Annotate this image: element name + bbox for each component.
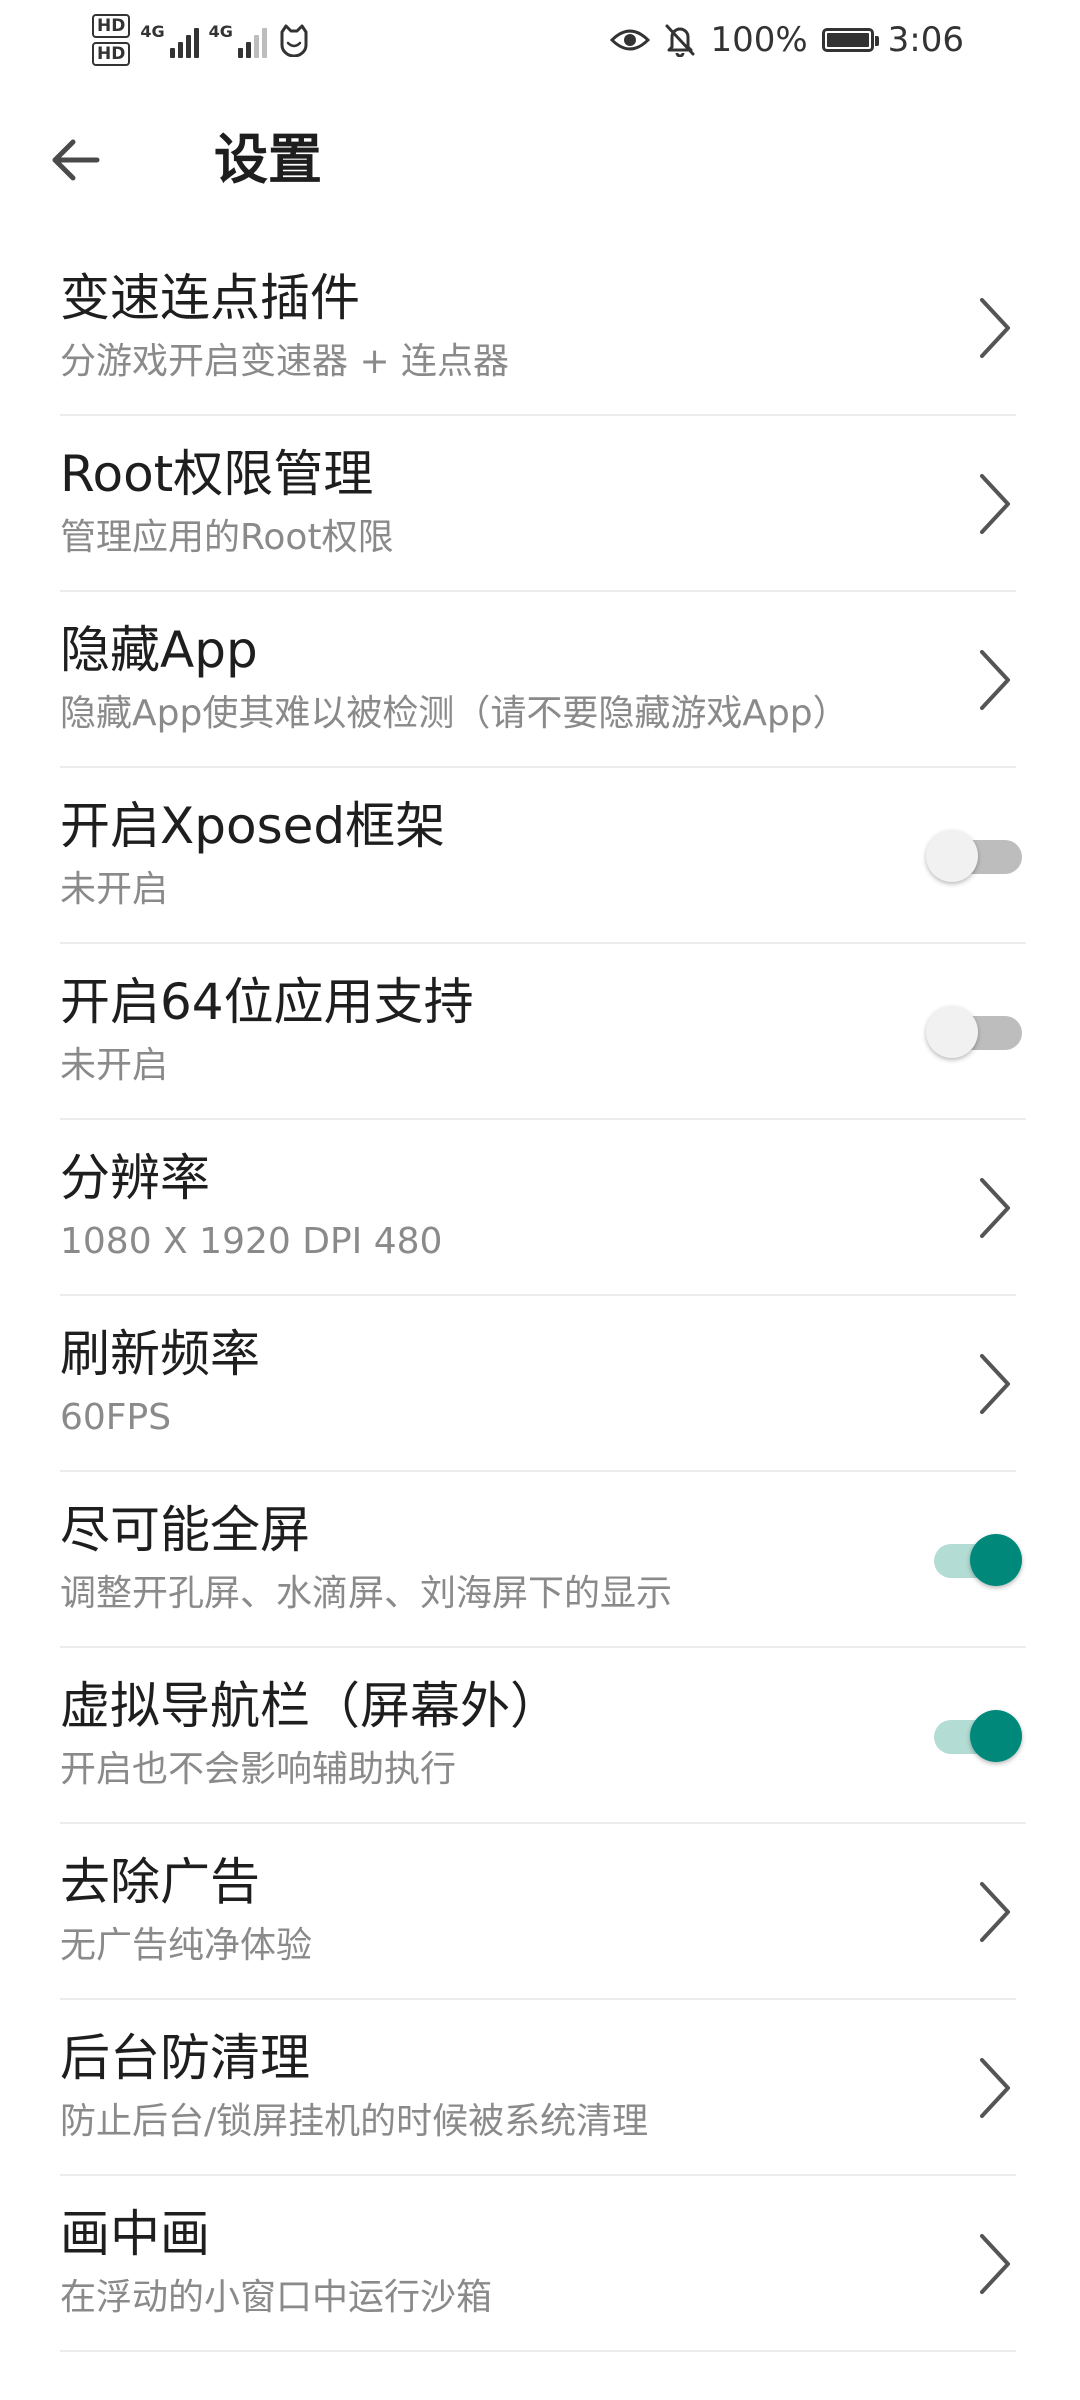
chevron-right-icon [980,1178,1010,1238]
chevron-right-icon [980,650,1010,710]
setting-subtitle: 未开启 [60,1045,169,1086]
chevron-right-icon [980,1354,1010,1414]
cat-face-icon [280,24,308,57]
setting-subtitle: 未开启 [60,869,169,910]
setting-title: 变速连点插件 [60,269,360,327]
setting-row-background-keepalive[interactable]: 后台防清理防止后台/锁屏挂机的时候被系统清理 [0,2000,1080,2176]
toggle-switch[interactable] [926,1534,1022,1586]
eye-icon [610,29,651,51]
toggle-thumb [926,830,978,882]
setting-subtitle: 管理应用的Root权限 [60,517,394,558]
chevron-right-icon [980,474,1010,534]
toggle-thumb [970,1710,1022,1762]
setting-subtitle: 60FPS [60,1397,172,1438]
setting-subtitle: 在浮动的小窗口中运行沙箱 [60,2277,493,2318]
setting-subtitle: 1080 X 1920 DPI 480 [60,1221,443,1262]
hd-badge-1: HD [92,14,131,38]
back-button[interactable] [40,125,110,195]
toggle-switch[interactable] [926,1006,1022,1058]
setting-row-root-permission[interactable]: Root权限管理管理应用的Root权限 [0,416,1080,592]
setting-subtitle: 开启也不会影响辅助执行 [60,1749,457,1790]
toggle-switch[interactable] [926,1710,1022,1762]
setting-subtitle: 无广告纯净体验 [60,1925,313,1966]
network-type-1: 4G [140,22,165,41]
row-divider [60,2350,1016,2352]
setting-title: 后台防清理 [60,2029,310,2087]
setting-title: Root权限管理 [60,445,374,503]
setting-row-xposed-framework[interactable]: 开启Xposed框架未开启 [0,768,1080,944]
network-type-2: 4G [208,22,233,41]
setting-row-refresh-rate[interactable]: 刷新频率 60FPS [0,1296,1080,1472]
hd-indicators: HD HD [92,14,131,66]
toggle-thumb [926,1006,978,1058]
app-bar: 设置 [0,100,1080,220]
status-bar-left: HD HD 4G 4G [92,10,311,70]
battery-percent: 100% [710,20,808,60]
status-bar: HD HD 4G 4G 100% 3:06 [0,0,1080,80]
setting-row-fullscreen[interactable]: 尽可能全屏调整开孔屏、水滴屏、刘海屏下的显示 [0,1472,1080,1648]
chevron-right-icon [980,298,1010,358]
setting-row-resolution[interactable]: 分辨率 1080 X 1920 DPI 480 [0,1120,1080,1296]
setting-row-speed-clicker-plugin[interactable]: 变速连点插件分游戏开启变速器 + 连点器 [0,240,1080,416]
setting-row-app-64bit-support[interactable]: 开启64位应用支持未开启 [0,944,1080,1120]
hd-badge-2: HD [92,42,131,66]
clock: 3:06 [887,20,964,60]
setting-title: 分辨率 [60,1149,210,1207]
setting-title: 画中画 [60,2205,210,2263]
setting-title: 开启64位应用支持 [60,973,474,1031]
setting-subtitle: 分游戏开启变速器 + 连点器 [60,341,510,382]
arrow-left-icon [52,139,100,181]
setting-row-remove-ads[interactable]: 去除广告无广告纯净体验 [0,1824,1080,2000]
page-title: 设置 [214,128,322,191]
setting-subtitle: 隐藏App使其难以被检测（请不要隐藏游戏App） [60,693,849,734]
setting-title: 去除广告 [60,1853,260,1911]
signal-2-icon: 4G [209,22,267,58]
setting-title: 隐藏App [60,621,258,679]
setting-subtitle: 调整开孔屏、水滴屏、刘海屏下的显示 [60,1573,673,1614]
setting-row-virtual-navbar[interactable]: 虚拟导航栏（屏幕外） 开启也不会影响辅助执行 [0,1648,1080,1824]
chevron-right-icon [980,2234,1010,2294]
toggle-thumb [970,1534,1022,1586]
setting-title: 虚拟导航栏（屏幕外） [60,1677,560,1735]
chevron-right-icon [980,1882,1010,1942]
chevron-right-icon [980,2058,1010,2118]
setting-row-hide-app[interactable]: 隐藏App 隐藏App使其难以被检测（请不要隐藏游戏App） [0,592,1080,768]
setting-row-picture-in-picture[interactable]: 画中画在浮动的小窗口中运行沙箱 [0,2176,1080,2352]
toggle-switch[interactable] [926,830,1022,882]
battery-icon [821,28,879,52]
settings-list: 变速连点插件 分游戏开启变速器 + 连点器 Root权限管理 管理应用的Root权限隐… [0,240,1080,2352]
setting-subtitle: 防止后台/锁屏挂机的时候被系统清理 [60,2101,649,2142]
signal-1-icon: 4G [140,22,199,58]
status-bar-right: 100% 3:06 [610,0,964,80]
setting-title: 开启Xposed框架 [60,797,446,855]
setting-title: 尽可能全屏 [60,1501,310,1559]
setting-title: 刷新频率 [60,1325,260,1383]
bell-off-icon [665,24,695,57]
